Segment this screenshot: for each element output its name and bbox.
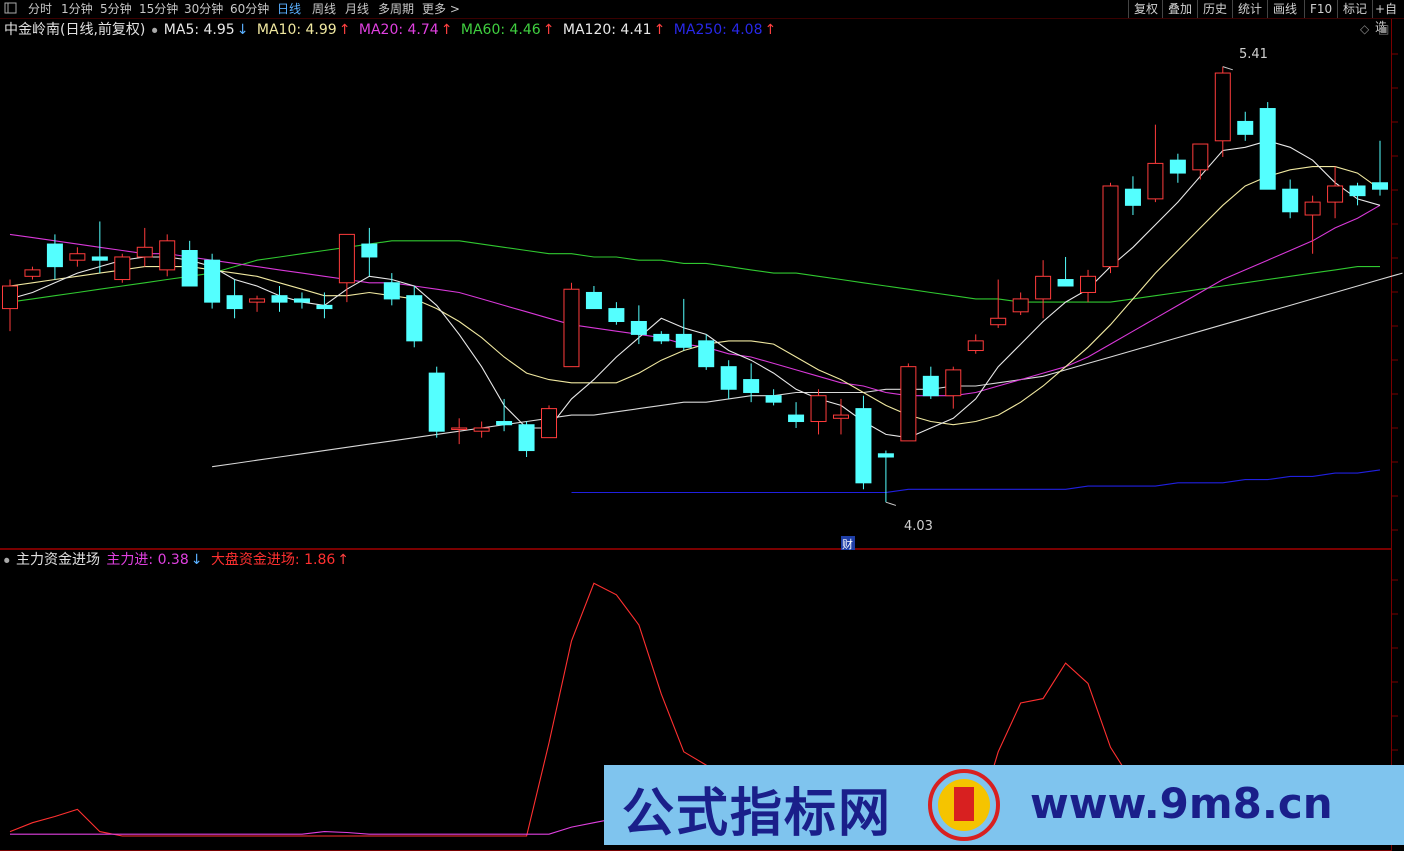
- ma250-value: MA250: 4.08 ↑: [674, 22, 778, 38]
- ma10-value: MA10: 4.99 ↑: [257, 22, 353, 38]
- tab-period-1min[interactable]: 1分钟: [61, 1, 93, 17]
- ma5-arrow: ↓: [236, 22, 249, 38]
- big-fund-value: 大盘资金进场: 1.86 ↑: [211, 552, 351, 568]
- price-panel-border: [0, 19, 1392, 549]
- ma120-arrow: ↑: [653, 22, 666, 38]
- overlay-button[interactable]: 叠加: [1162, 0, 1197, 18]
- f10-button[interactable]: F10: [1304, 0, 1337, 18]
- window-icon[interactable]: ▣: [1378, 22, 1389, 36]
- ma20-arrow: ↑: [440, 22, 453, 38]
- draw-button[interactable]: 画线: [1267, 0, 1302, 18]
- watermark-url-text: www.9m8.cn: [1030, 779, 1333, 828]
- indicator-settings-icon[interactable]: ⏺: [4, 554, 10, 567]
- ma250-arrow: ↑: [764, 22, 777, 38]
- chevron-right-icon: >: [449, 2, 460, 16]
- panel-icon[interactable]: [4, 0, 18, 20]
- watermark-banner: 公式指标网 www.9m8.cn: [604, 765, 1404, 845]
- main-fund-arrow: ↓: [190, 552, 203, 568]
- add-watchlist-button[interactable]: +自选: [1372, 0, 1404, 34]
- settings-circle-icon[interactable]: ⏺: [152, 24, 158, 37]
- indicator-title[interactable]: 主力资金进场: [16, 552, 100, 568]
- ma5-value: MA5: 4.95 ↓: [164, 22, 251, 38]
- ma60-arrow: ↑: [542, 22, 555, 38]
- tab-period-15min[interactable]: 15分钟: [139, 1, 178, 17]
- tab-period-fenshi[interactable]: 分时: [28, 1, 52, 17]
- tab-period-day[interactable]: 日线: [277, 1, 301, 17]
- big-fund-arrow: ↑: [337, 552, 350, 568]
- price-header: 中金岭南(日线,前复权) ⏺ MA5: 4.95 ↓ MA10: 4.99 ↑ MA…: [4, 21, 780, 40]
- ma5-label: MA5: 4.95: [163, 22, 235, 38]
- ma60-label: MA60: 4.46: [460, 22, 541, 38]
- period-toolbar: 分时 1分钟 5分钟 15分钟 30分钟 60分钟 日线 周线 月线 多周期 更…: [0, 0, 1404, 34]
- big-fund-label: 大盘资金进场: 1.86: [210, 552, 336, 568]
- tab-period-5min[interactable]: 5分钟: [100, 1, 132, 17]
- indicator-header: ⏺ 主力资金进场 主力进: 0.38 ↓ 大盘资金进场: 1.86 ↑: [4, 551, 353, 570]
- diamond-icon[interactable]: ◇: [1360, 22, 1369, 36]
- tab-period-more[interactable]: 更多 >: [422, 1, 460, 17]
- tab-period-month[interactable]: 月线: [345, 1, 369, 17]
- stock-title[interactable]: 中金岭南(日线,前复权): [4, 22, 145, 38]
- ma250-label: MA250: 4.08: [673, 22, 763, 38]
- stats-button[interactable]: 统计: [1232, 0, 1267, 18]
- tab-period-30min[interactable]: 30分钟: [184, 1, 223, 17]
- main-fund-value: 主力进: 0.38 ↓: [106, 552, 204, 568]
- mark-button[interactable]: 标记: [1337, 0, 1372, 18]
- watermark-cn-text: 公式指标网: [622, 784, 893, 844]
- main-fund-label: 主力进: 0.38: [106, 552, 189, 568]
- ma20-label: MA20: 4.74: [358, 22, 439, 38]
- ma20-value: MA20: 4.74 ↑: [359, 22, 455, 38]
- watermark-logo: [928, 769, 1000, 841]
- tab-period-week[interactable]: 周线: [312, 1, 336, 17]
- more-label: 更多: [422, 2, 447, 16]
- history-button[interactable]: 历史: [1197, 0, 1232, 18]
- tab-period-60min[interactable]: 60分钟: [230, 1, 269, 17]
- ma120-value: MA120: 4.41 ↑: [563, 22, 667, 38]
- ma60-value: MA60: 4.46 ↑: [461, 22, 557, 38]
- ma10-arrow: ↑: [338, 22, 351, 38]
- ma10-label: MA10: 4.99: [256, 22, 337, 38]
- fuquan-button[interactable]: 复权: [1128, 0, 1163, 18]
- tab-period-multi[interactable]: 多周期: [378, 1, 414, 17]
- ma120-label: MA120: 4.41: [562, 22, 652, 38]
